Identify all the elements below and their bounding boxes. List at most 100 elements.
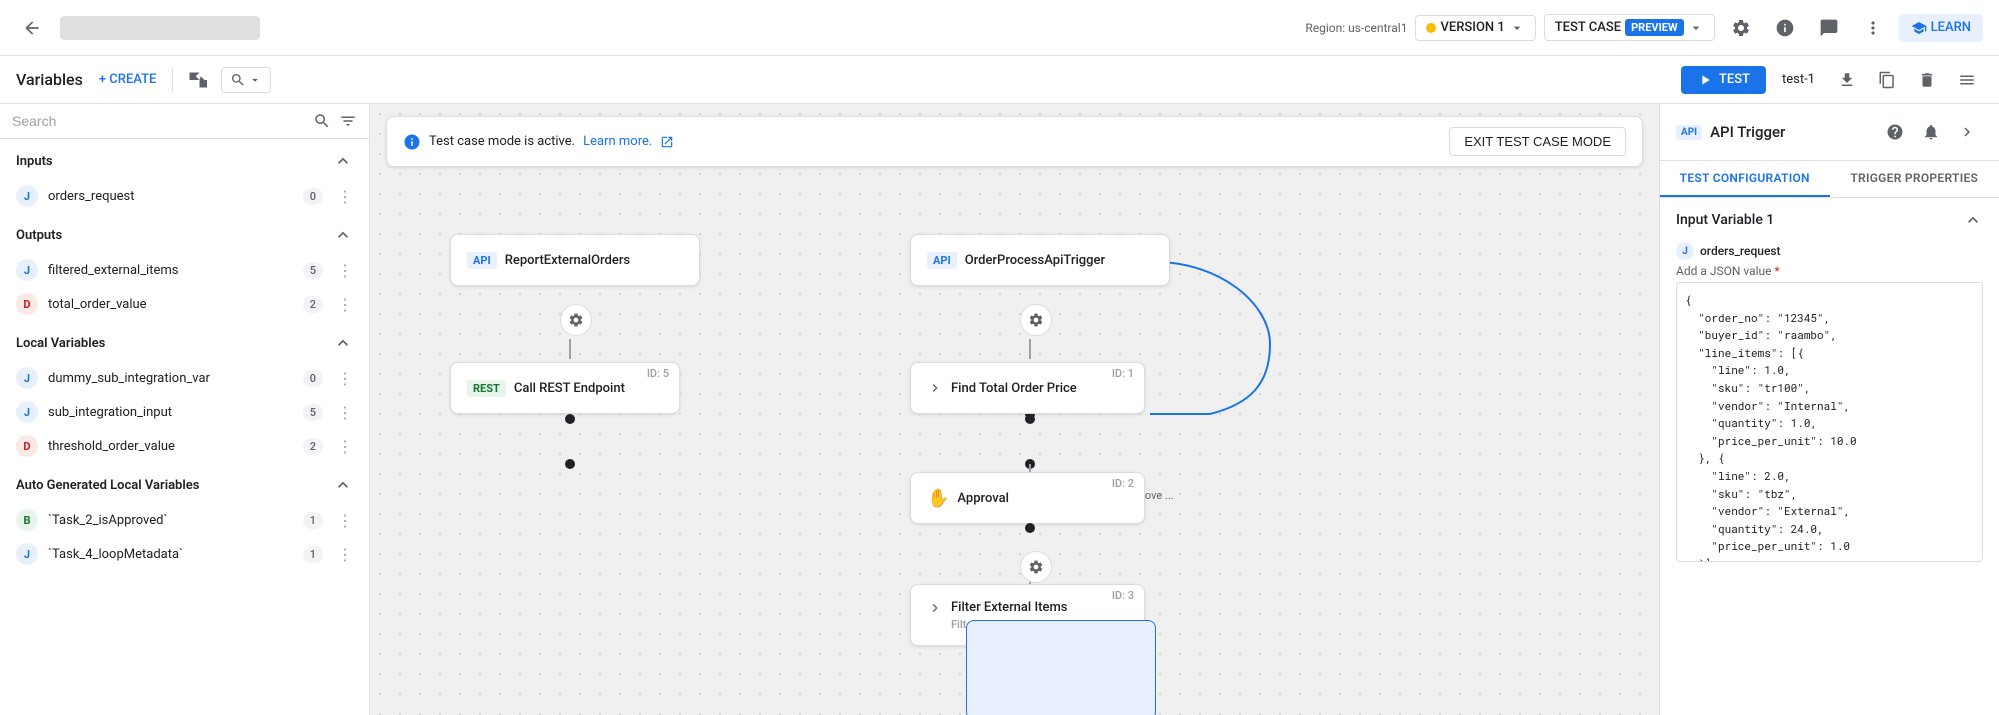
list-item[interactable]: J filtered_external_items 5 ⋮: [0, 253, 369, 287]
local-vars-collapse-icon[interactable]: [333, 333, 353, 353]
json-badge-sm: J: [1676, 242, 1694, 260]
copy-icon-button[interactable]: [1871, 64, 1903, 96]
var-name: sub_integration_input: [48, 405, 293, 420]
node-id: ID: 2: [1112, 477, 1134, 490]
var-count: 5: [303, 262, 323, 279]
find-total-order-price-node[interactable]: Find Total Order Price ID: 1: [910, 362, 1145, 414]
node-label: Find Total Order Price: [951, 381, 1077, 396]
auto-gen-collapse-icon[interactable]: [333, 475, 353, 495]
more-icon[interactable]: ⋮: [337, 545, 353, 564]
tab-trigger-properties[interactable]: TRIGGER PROPERTIES: [1830, 161, 1999, 197]
outputs-title: Outputs: [16, 228, 62, 243]
panel-tabs: TEST CONFIGURATION TRIGGER PROPERTIES: [1660, 161, 1999, 198]
report-external-orders-node[interactable]: API ReportExternalOrders: [450, 234, 700, 286]
settings-icon-button[interactable]: [1723, 10, 1759, 46]
var-type-badge-json: J: [16, 185, 38, 207]
exit-test-case-button[interactable]: EXIT TEST CASE MODE: [1449, 127, 1626, 156]
var-type-badge-b: B: [16, 509, 38, 531]
create-button[interactable]: + CREATE: [91, 68, 165, 91]
var-field-name: orders_request: [1700, 244, 1781, 258]
more-icon[interactable]: ⋮: [337, 369, 353, 388]
var-name: `Task_2_isApproved`: [48, 513, 293, 528]
right-panel-header: API API Trigger: [1660, 104, 1999, 161]
list-item[interactable]: J sub_integration_input 5 ⋮: [0, 395, 369, 429]
tab-test-configuration[interactable]: TEST CONFIGURATION: [1660, 161, 1830, 197]
divider: [172, 68, 173, 92]
menu-icon-button[interactable]: [1951, 64, 1983, 96]
inputs-collapse-icon[interactable]: [333, 151, 353, 171]
second-bar: Variables + CREATE TEST test-1: [0, 56, 1999, 104]
top-bar: Region: us-central1 VERSION 1 TEST CASE …: [0, 0, 1999, 56]
canvas-area[interactable]: Test case mode is active. Learn more. EX…: [370, 104, 1659, 715]
chat-icon-button[interactable]: [1811, 10, 1847, 46]
variables-section: Inputs J orders_request 0 ⋮ Outputs J fi…: [0, 139, 369, 715]
collapse-input-var-icon[interactable]: [1963, 210, 1983, 230]
download-icon-button[interactable]: [1831, 64, 1863, 96]
search-icon: [313, 112, 331, 130]
var-type-badge-d: D: [16, 435, 38, 457]
json-value-textarea[interactable]: { "order_no": "12345", "buyer_id": "raam…: [1676, 282, 1983, 562]
outputs-collapse-icon[interactable]: [333, 225, 353, 245]
right-panel: API API Trigger TEST CONFIGURATION TRIGG…: [1659, 104, 1999, 715]
external-link-icon: [660, 135, 674, 149]
search-input[interactable]: [12, 113, 305, 129]
list-item[interactable]: D total_order_value 2 ⋮: [0, 287, 369, 321]
learn-button[interactable]: LEARN: [1899, 14, 1983, 42]
var-type-badge-json: J: [16, 259, 38, 281]
info-icon: [403, 133, 421, 151]
more-icon[interactable]: ⋮: [337, 437, 353, 456]
node-label: Filter External Items: [951, 600, 1067, 615]
version-button[interactable]: VERSION 1: [1415, 15, 1535, 41]
var-count: 5: [303, 404, 323, 421]
gear-node-3[interactable]: [1020, 551, 1052, 583]
zoom-button[interactable]: [221, 67, 271, 93]
list-item[interactable]: D threshold_order_value 2 ⋮: [0, 429, 369, 463]
more-icon[interactable]: ⋮: [337, 403, 353, 422]
var-type-badge-json: J: [16, 543, 38, 565]
more-icon[interactable]: ⋮: [337, 261, 353, 280]
more-icon[interactable]: ⋮: [337, 511, 353, 530]
input-variable-header: Input Variable 1: [1676, 210, 1983, 230]
more-icon[interactable]: ⋮: [337, 295, 353, 314]
api-badge-small: API: [1676, 125, 1702, 140]
more-icon[interactable]: ⋮: [337, 187, 353, 206]
test-case-button[interactable]: TEST CASE PREVIEW: [1544, 14, 1715, 41]
var-name: filtered_external_items: [48, 263, 293, 278]
var-count: 2: [303, 438, 323, 455]
list-item[interactable]: B `Task_2_isApproved` 1 ⋮: [0, 503, 369, 537]
var-label: J orders_request: [1676, 242, 1983, 260]
approval-node[interactable]: ✋ Approval ID: 2: [910, 472, 1145, 524]
variables-title: Variables: [16, 70, 83, 89]
delete-icon-button[interactable]: [1911, 64, 1943, 96]
var-name: total_order_value: [48, 297, 293, 312]
var-type-badge-json: J: [16, 367, 38, 389]
call-rest-endpoint-node[interactable]: REST Call REST Endpoint ID: 5: [450, 362, 680, 414]
back-button[interactable]: [16, 12, 48, 44]
gear-node-2[interactable]: [1020, 304, 1052, 336]
test-name-label: test-1: [1774, 68, 1823, 91]
more-vert-icon-button[interactable]: [1855, 10, 1891, 46]
input-variable-title: Input Variable 1: [1676, 212, 1774, 228]
list-item[interactable]: J orders_request 0 ⋮: [0, 179, 369, 213]
node-label: Approval: [957, 491, 1009, 506]
panel-icons: [1879, 116, 1983, 148]
learn-more-link[interactable]: Learn more.: [583, 134, 652, 149]
local-vars-title: Local Variables: [16, 336, 105, 351]
filter-icon[interactable]: [339, 112, 357, 130]
list-item[interactable]: J `Task_4_loopMetadata` 1 ⋮: [0, 537, 369, 571]
list-item[interactable]: J dummy_sub_integration_var 0 ⋮: [0, 361, 369, 395]
notification-icon-button[interactable]: [1915, 116, 1947, 148]
order-process-api-trigger-node[interactable]: API OrderProcessApiTrigger: [910, 234, 1170, 286]
help-icon-button[interactable]: [1879, 116, 1911, 148]
info-icon-button[interactable]: [1767, 10, 1803, 46]
learn-label: LEARN: [1931, 20, 1971, 35]
collapse-panel-button[interactable]: [181, 64, 213, 96]
var-name: orders_request: [48, 189, 293, 204]
expand-icon-button[interactable]: [1951, 116, 1983, 148]
test-mode-banner: Test case mode is active. Learn more. EX…: [386, 116, 1643, 167]
test-run-button[interactable]: TEST: [1681, 66, 1766, 94]
var-count: 1: [303, 546, 323, 563]
gear-node-1[interactable]: [560, 304, 592, 336]
api-badge: API: [467, 252, 497, 269]
api-badge: API: [927, 252, 957, 269]
